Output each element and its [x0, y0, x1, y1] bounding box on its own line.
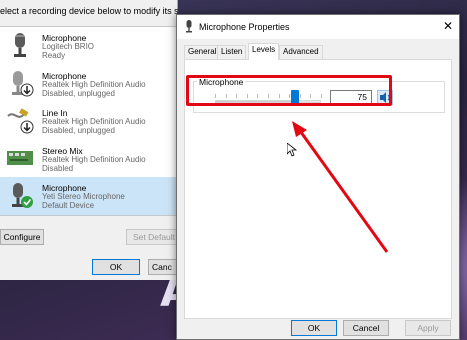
- stereo-mix-icon: [7, 150, 33, 165]
- line-in-icon: [7, 108, 34, 134]
- sound-window: elect a recording device below to modify…: [0, 0, 182, 280]
- sound-cancel-button[interactable]: Canc: [148, 259, 178, 275]
- device-status: Ready: [42, 51, 66, 60]
- tab-advanced[interactable]: Advanced: [279, 45, 323, 59]
- device-status: Disabled: [42, 163, 74, 173]
- device-driver: Yeti Stereo Microphone: [42, 192, 125, 202]
- device-driver: Realtek High Definition Audio: [42, 117, 146, 127]
- dialog-titlebar[interactable]: Microphone Properties ✕: [177, 15, 459, 39]
- device-item[interactable]: Line In Realtek High Definition Audio Di…: [0, 102, 177, 140]
- device-driver: Logitech BRIO: [42, 42, 95, 51]
- microphone-icon: [14, 33, 26, 57]
- device-status: Disabled, unplugged: [42, 88, 115, 98]
- annotation-highlight-box: [186, 75, 392, 106]
- device-item[interactable]: Microphone Logitech BRIO Ready: [0, 27, 177, 65]
- apply-button[interactable]: Apply: [405, 320, 451, 336]
- device-driver: Realtek High Definition Audio: [42, 154, 146, 164]
- microphone-icon: [12, 70, 34, 97]
- device-status: Default Device: [42, 201, 95, 211]
- device-item-selected[interactable]: Microphone Yeti Stereo Microphone Defaul…: [0, 177, 177, 215]
- device-item[interactable]: Microphone Realtek High Definition Audio…: [0, 65, 177, 103]
- tab-listen[interactable]: Listen: [217, 45, 247, 59]
- mouse-cursor-icon: [287, 143, 297, 157]
- set-default-button[interactable]: Set Default: [126, 229, 182, 245]
- configure-button[interactable]: Configure: [0, 229, 44, 245]
- recording-device-list[interactable]: Microphone Logitech BRIO Ready Microphon…: [0, 26, 178, 216]
- microphone-properties-dialog: Microphone Properties ✕ General Listen L…: [176, 14, 460, 340]
- tab-levels[interactable]: Levels: [248, 43, 280, 60]
- microphone-icon: [186, 20, 192, 33]
- ok-button[interactable]: OK: [291, 320, 337, 336]
- device-item[interactable]: Stereo Mix Realtek High Definition Audio…: [0, 140, 177, 178]
- device-status: Disabled, unplugged: [42, 126, 115, 136]
- device-driver: Realtek High Definition Audio: [42, 79, 146, 89]
- sound-ok-button[interactable]: OK: [92, 259, 140, 275]
- dialog-title: Microphone Properties: [199, 22, 290, 32]
- instruction-text: elect a recording device below to modify…: [0, 6, 178, 16]
- close-icon[interactable]: ✕: [443, 19, 453, 33]
- microphone-icon: [12, 183, 33, 209]
- cancel-button[interactable]: Cancel: [343, 320, 389, 336]
- tab-general[interactable]: General: [184, 45, 221, 59]
